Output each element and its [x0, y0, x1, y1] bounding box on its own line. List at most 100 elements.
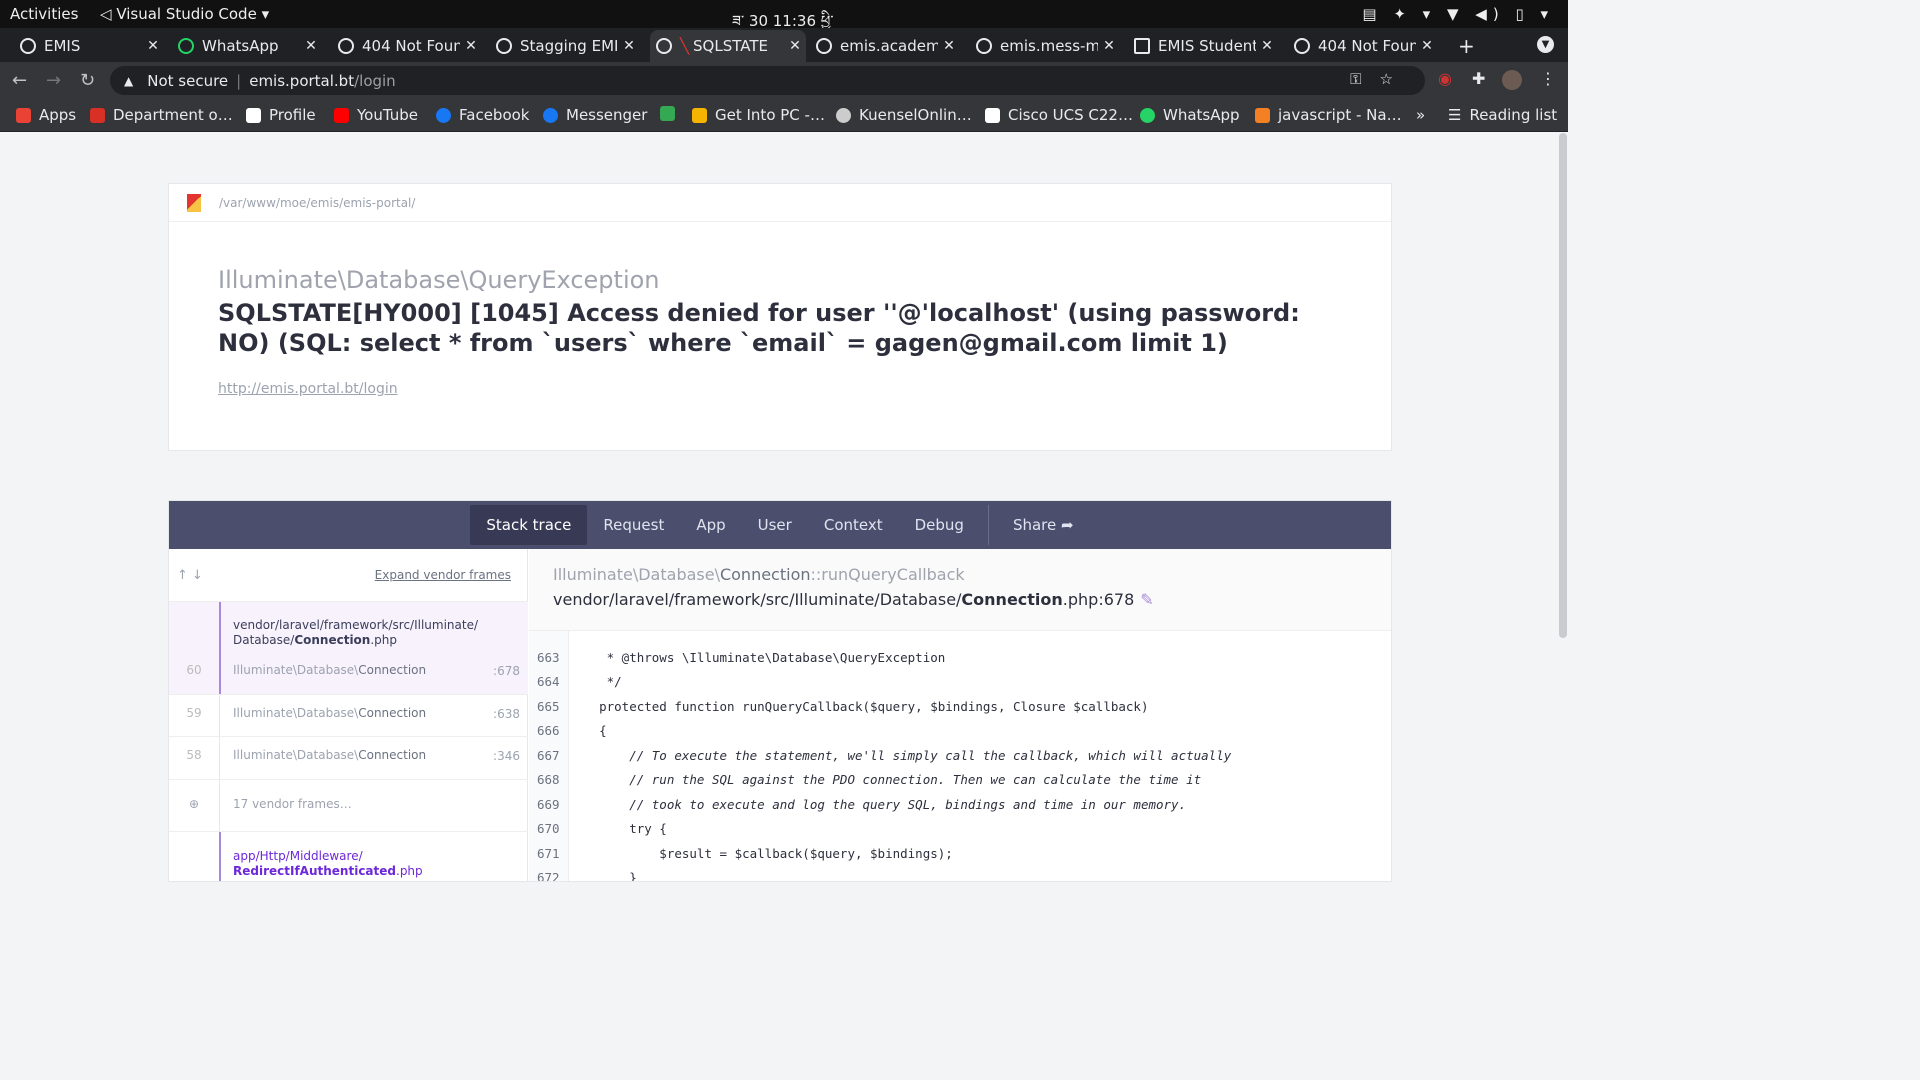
- tab-404-2[interactable]: 404 Not Foun ✕: [1288, 30, 1438, 62]
- stack-frame-59[interactable]: 59 Illuminate\Database\Connection :638: [169, 694, 528, 736]
- globe-icon: [976, 38, 992, 54]
- tab-emis-mess[interactable]: emis.mess-m ✕: [970, 30, 1120, 62]
- frame-line: :638: [493, 707, 520, 721]
- bookmark-cisco[interactable]: Cisco UCS C22…: [985, 106, 1133, 124]
- frame-number: 58: [186, 748, 202, 762]
- more-icon[interactable]: ⋮: [1540, 69, 1556, 88]
- bookmark-facebook[interactable]: Facebook: [436, 106, 529, 124]
- navigate-frames-icon[interactable]: ↑↓: [177, 568, 207, 583]
- url-host[interactable]: emis.portal.bt: [249, 72, 354, 90]
- code-line: 664 */: [537, 674, 622, 689]
- bookmark-kuensel[interactable]: KuenselOnlin…: [836, 106, 972, 124]
- stack-frame-58[interactable]: 58 Illuminate\Database\Connection :346: [169, 736, 528, 779]
- app-menu[interactable]: ◁ Visual Studio Code ▾: [100, 5, 269, 23]
- scrollbar-thumb[interactable]: [1559, 133, 1567, 638]
- stack-frame-app[interactable]: app/Http/Middleware/RedirectIfAuthentica…: [169, 831, 528, 881]
- bookmark-label: KuenselOnlin…: [859, 106, 972, 124]
- frame-indicator: [219, 737, 220, 779]
- tab-emis-student[interactable]: EMIS Student ✕: [1128, 30, 1278, 62]
- forward-icon[interactable]: →: [46, 70, 61, 91]
- bookmark-youtube[interactable]: YouTube: [334, 106, 418, 124]
- url-path[interactable]: /login: [354, 72, 396, 90]
- share-button[interactable]: Share ➦: [997, 505, 1090, 545]
- reading-list[interactable]: ☰ Reading list: [1448, 106, 1557, 124]
- tab-404[interactable]: 404 Not Foun ✕: [332, 30, 482, 62]
- frame-indicator: [219, 780, 220, 831]
- reading-list-label: Reading list: [1469, 106, 1558, 124]
- plus-circle-icon[interactable]: ⊕: [169, 797, 219, 811]
- tab-app[interactable]: App: [680, 505, 741, 545]
- key-star-icons[interactable]: ⚿☆: [1350, 70, 1411, 88]
- frames-header: ↑↓ Expand vendor frames: [169, 549, 527, 601]
- vendor-frames-group[interactable]: ⊕ 17 vendor frames…: [169, 779, 528, 831]
- emis-logo-icon: [1134, 38, 1150, 54]
- tab-title: emis.mess-m: [1000, 37, 1098, 55]
- close-icon[interactable]: ✕: [1098, 38, 1120, 54]
- bookmark-label: Messenger: [566, 106, 648, 124]
- close-icon[interactable]: ✕: [938, 38, 960, 54]
- bookmark-drive[interactable]: [660, 106, 683, 121]
- frame-file: vendor/laravel/framework/src/Illuminate/…: [233, 618, 479, 647]
- page-scrollbar[interactable]: [1558, 133, 1568, 882]
- close-icon[interactable]: ✕: [142, 38, 164, 54]
- tab-emis[interactable]: EMIS ✕: [14, 30, 164, 62]
- back-icon[interactable]: ←: [12, 70, 27, 91]
- tab-context[interactable]: Context: [808, 505, 899, 545]
- extension-icon[interactable]: ◉: [1438, 69, 1452, 88]
- address-bar[interactable]: ▲ Not secure | emis.portal.bt/login ⚿☆: [110, 66, 1425, 95]
- expand-vendor-frames-link[interactable]: Expand vendor frames: [375, 568, 511, 582]
- tab-stagging[interactable]: Stagging EMI ✕: [490, 30, 640, 62]
- warning-icon[interactable]: ▲: [124, 74, 133, 88]
- tab-user[interactable]: User: [742, 505, 808, 545]
- bookmark-stackoverflow[interactable]: javascript - Na…: [1255, 106, 1402, 124]
- close-icon[interactable]: ✕: [460, 38, 482, 54]
- frame-indicator: [219, 832, 221, 881]
- puzzle-icon[interactable]: ✚: [1472, 69, 1485, 88]
- bookmark-apps[interactable]: Apps: [16, 106, 76, 124]
- bookmark-messenger[interactable]: Messenger: [543, 106, 647, 124]
- bookmark-whatsapp[interactable]: WhatsApp: [1140, 106, 1240, 124]
- activities-button[interactable]: Activities: [10, 5, 78, 23]
- avatar[interactable]: [1502, 70, 1522, 90]
- bookmark-department[interactable]: Department o…: [90, 106, 233, 124]
- share-icon: ➦: [1061, 516, 1074, 534]
- new-tab-button[interactable]: +: [1458, 34, 1475, 58]
- close-icon[interactable]: ✕: [1416, 38, 1438, 54]
- divider: [987, 505, 989, 545]
- close-icon[interactable]: ✕: [784, 38, 806, 54]
- bookmark-label: Facebook: [459, 106, 530, 124]
- more-bookmarks-icon[interactable]: »: [1416, 106, 1425, 124]
- system-tray-icons[interactable]: ▤ ✦ ▾ ▼ ◀) ▯ ▾: [1362, 5, 1554, 23]
- close-icon[interactable]: ✕: [618, 38, 640, 54]
- bookmark-profile[interactable]: Profile: [246, 106, 316, 124]
- reload-icon[interactable]: ↻: [80, 70, 95, 91]
- tab-stack-trace[interactable]: Stack trace: [470, 505, 588, 545]
- tab-whatsapp[interactable]: WhatsApp ✕: [172, 30, 322, 62]
- details-panel: Stack trace Request App User Context Deb…: [168, 500, 1392, 882]
- tab-sqlstate[interactable]: ╲ SQLSTATE ✕: [650, 30, 806, 62]
- request-url[interactable]: http://emis.portal.bt/login: [218, 381, 398, 397]
- navigation-bar: ← → ↻ ▲ Not secure | emis.portal.bt/logi…: [0, 62, 1568, 98]
- frame-line: :678: [493, 664, 520, 678]
- stack-frame-60[interactable]: vendor/laravel/framework/src/Illuminate/…: [169, 601, 528, 694]
- google-drive-icon: [660, 106, 675, 121]
- tab-search-icon[interactable]: ▼: [1537, 36, 1554, 53]
- bookmark-label: Profile: [269, 106, 316, 124]
- exception-class: Illuminate\Database\QueryException: [218, 266, 660, 294]
- bookmark-label: Get Into PC -…: [715, 106, 825, 124]
- bookmark-getintopc[interactable]: Get Into PC -…: [692, 106, 825, 124]
- close-icon[interactable]: ✕: [1256, 38, 1278, 54]
- share-label: Share: [1012, 516, 1057, 534]
- panel-tabs: Stack trace Request App User Context Deb…: [169, 501, 1391, 549]
- bookmark-label: YouTube: [357, 106, 418, 124]
- close-icon[interactable]: ✕: [300, 38, 322, 54]
- tab-emis-academ[interactable]: emis.academ ✕: [810, 30, 960, 62]
- tab-debug[interactable]: Debug: [899, 505, 980, 545]
- browser-tab-strip: EMIS ✕ WhatsApp ✕ 404 Not Foun ✕ Stagging E…: [0, 28, 1568, 62]
- pencil-icon[interactable]: ✎: [1140, 590, 1153, 609]
- security-label[interactable]: Not secure: [147, 72, 228, 90]
- tab-title: EMIS Student: [1158, 37, 1256, 55]
- frame-class: Illuminate\Database\Connection: [233, 748, 427, 762]
- tab-request[interactable]: Request: [587, 505, 680, 545]
- frame-detail-header: Illuminate\Database\Connection::runQuery…: [529, 549, 1391, 631]
